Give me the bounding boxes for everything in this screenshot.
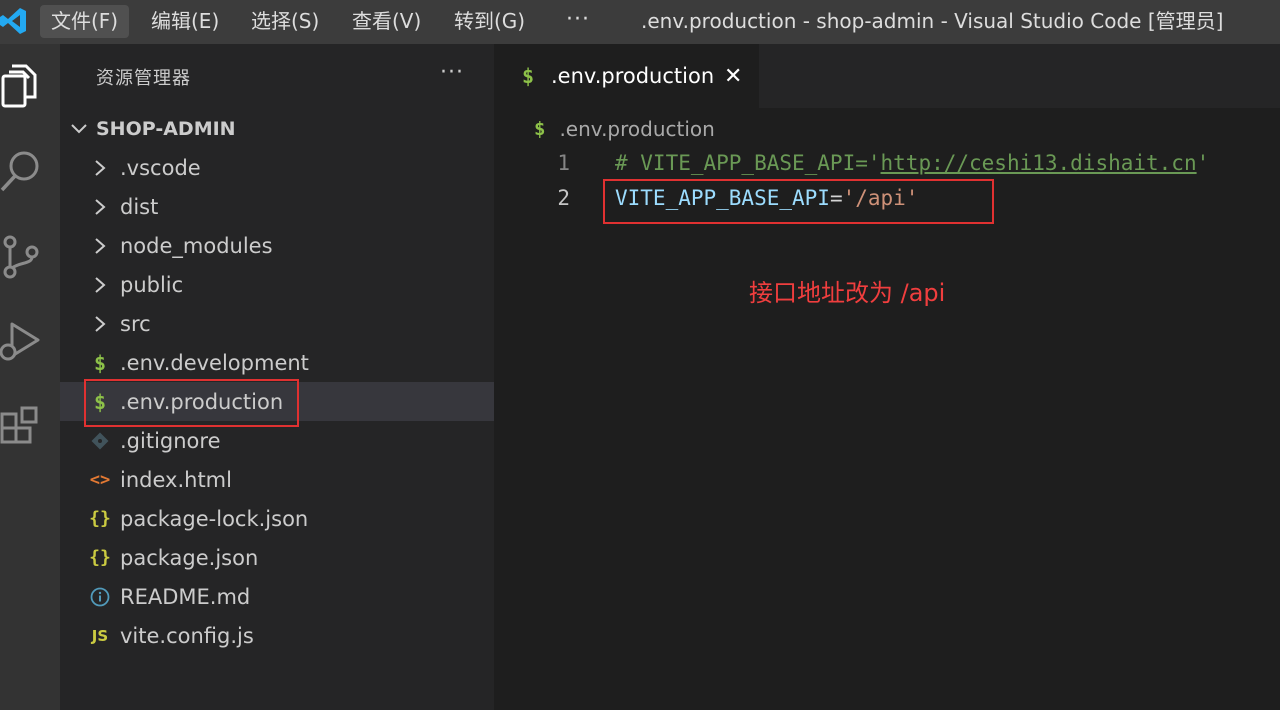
- file-index-html[interactable]: <> index.html: [60, 460, 494, 499]
- title-bar: 文件(F) 编辑(E) 选择(S) 查看(V) 转到(G) ··· .env.p…: [0, 0, 1280, 44]
- highlight-box-selected-file: [84, 379, 299, 427]
- tree-item-label: README.md: [120, 584, 251, 609]
- dollar-icon: $: [534, 118, 546, 140]
- window-title: .env.production - shop-admin - Visual St…: [641, 9, 1224, 33]
- json-icon: {}: [89, 547, 111, 568]
- dollar-icon: $: [93, 350, 107, 375]
- json-icon: {}: [89, 508, 111, 529]
- html-icon: <>: [89, 469, 111, 490]
- menu-more-button[interactable]: ···: [566, 5, 590, 35]
- code-line-1[interactable]: 1 # VITE_APP_BASE_API='http://ceshi13.di…: [494, 146, 1280, 180]
- info-icon: [88, 587, 112, 607]
- tree-item-label: package-lock.json: [120, 506, 309, 531]
- file-readme-md[interactable]: README.md: [60, 577, 494, 616]
- comment-link[interactable]: http://ceshi13.dishait.cn: [881, 151, 1197, 175]
- folder-dist[interactable]: dist: [60, 187, 494, 226]
- highlight-box-code-line: [603, 179, 994, 224]
- extensions-icon[interactable]: [0, 404, 48, 452]
- chevron-down-icon: [71, 124, 87, 134]
- file-vite-config-js[interactable]: JS vite.config.js: [60, 616, 494, 655]
- menu-selection[interactable]: 选择(S): [240, 5, 330, 38]
- tree-item-label: .env.development: [120, 350, 309, 375]
- tree-item-label: public: [120, 272, 184, 297]
- chevron-right-icon: [88, 158, 112, 178]
- workspace-root-label: SHOP-ADMIN: [96, 118, 236, 140]
- explorer-more-button[interactable]: ···: [440, 60, 464, 85]
- explorer-title: 资源管理器: [96, 68, 191, 89]
- tree-item-label: .gitignore: [120, 428, 221, 453]
- tab-label: .env.production: [551, 64, 715, 88]
- chevron-right-icon: [88, 236, 112, 256]
- breadcrumb-label: .env.production: [559, 117, 715, 141]
- close-icon[interactable]: ✕: [724, 64, 742, 89]
- tree-item-label: node_modules: [120, 233, 273, 258]
- tree-item-label: src: [120, 311, 151, 336]
- explorer-icon[interactable]: [0, 62, 48, 110]
- workspace-root-folder[interactable]: SHOP-ADMIN: [68, 114, 236, 144]
- chevron-right-icon: [88, 197, 112, 217]
- file-package-lock-json[interactable]: {} package-lock.json: [60, 499, 494, 538]
- dollar-icon: $: [522, 64, 535, 88]
- line-number: 1: [557, 151, 570, 175]
- code-text: # VITE_APP_BASE_API='http://ceshi13.dish…: [615, 151, 1210, 175]
- chevron-right-icon: [88, 275, 112, 295]
- menu-go[interactable]: 转到(G): [443, 5, 536, 38]
- file-package-json[interactable]: {} package.json: [60, 538, 494, 577]
- run-debug-icon[interactable]: [0, 318, 48, 366]
- file-env-development[interactable]: $ .env.development: [60, 343, 494, 382]
- folder-src[interactable]: src: [60, 304, 494, 343]
- tree-item-label: package.json: [120, 545, 259, 570]
- tree-item-label: dist: [120, 194, 159, 219]
- tree-item-label: vite.config.js: [120, 623, 254, 648]
- chevron-right-icon: [88, 314, 112, 334]
- git-icon: [88, 432, 112, 450]
- breadcrumb[interactable]: $ .env.production: [534, 114, 715, 144]
- annotation-text: 接口地址改为 /api: [749, 279, 946, 307]
- source-control-icon[interactable]: [0, 234, 48, 282]
- menu-edit[interactable]: 编辑(E): [140, 5, 230, 38]
- line-number: 2: [557, 186, 570, 210]
- tab-env-production[interactable]: $ .env.production ✕: [494, 44, 759, 108]
- tree-item-label: .vscode: [120, 155, 201, 180]
- activity-bar: [0, 44, 60, 710]
- tree-item-label: index.html: [120, 467, 232, 492]
- explorer-sidebar: 资源管理器 ··· SHOP-ADMIN .vscode dist node_m…: [60, 44, 494, 710]
- editor-tab-bar: $ .env.production ✕: [494, 44, 1280, 108]
- folder-node-modules[interactable]: node_modules: [60, 226, 494, 265]
- js-icon: JS: [91, 626, 109, 645]
- menu-view[interactable]: 查看(V): [341, 5, 432, 38]
- vscode-logo-icon[interactable]: [0, 6, 26, 36]
- folder-vscode[interactable]: .vscode: [60, 148, 494, 187]
- menu-file[interactable]: 文件(F): [40, 5, 130, 38]
- search-icon[interactable]: [0, 148, 48, 196]
- folder-public[interactable]: public: [60, 265, 494, 304]
